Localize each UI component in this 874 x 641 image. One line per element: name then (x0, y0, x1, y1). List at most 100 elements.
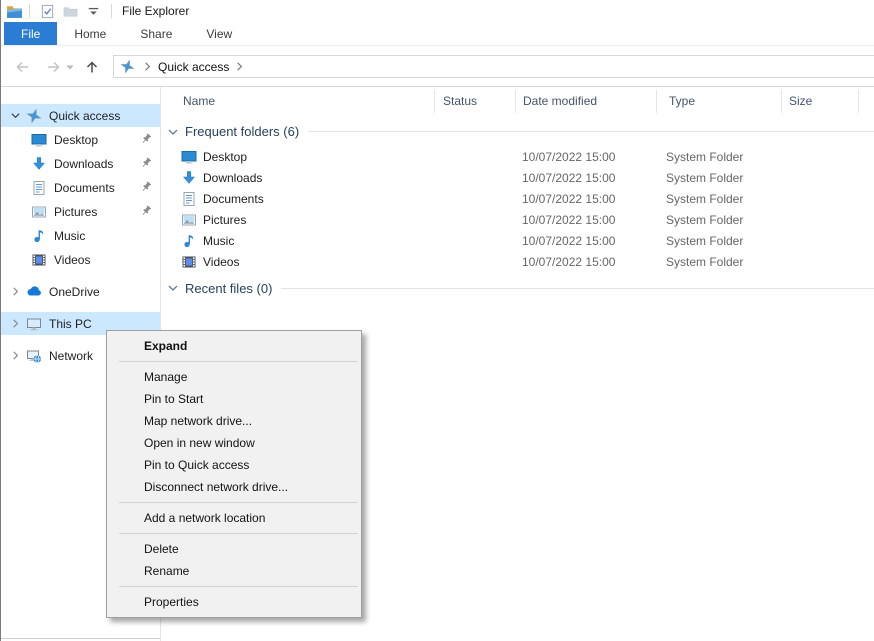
column-header-size[interactable]: Size (789, 87, 812, 115)
breadcrumb-chevron-icon[interactable] (234, 61, 245, 72)
documents-icon (31, 180, 47, 196)
file-date-modified: 10/07/2022 15:00 (522, 192, 615, 206)
file-date-modified: 10/07/2022 15:00 (522, 255, 615, 269)
chevron-down-icon[interactable] (167, 126, 179, 138)
menu-item-manage[interactable]: Manage (107, 366, 361, 388)
column-divider[interactable] (656, 90, 657, 113)
quick-access-star-icon (120, 59, 135, 74)
file-type: System Folder (666, 255, 743, 269)
tab-share[interactable]: Share (123, 22, 189, 45)
breadcrumb-chevron-icon[interactable] (142, 61, 153, 72)
qat-new-folder-button[interactable] (62, 3, 79, 20)
sidebar-item-videos[interactable]: Videos (1, 248, 160, 271)
file-name: Desktop (203, 150, 247, 164)
sidebar-item-label: Quick access (49, 109, 120, 123)
file-date-modified: 10/07/2022 15:00 (522, 171, 615, 185)
videos-icon (181, 254, 197, 270)
tab-view[interactable]: View (189, 22, 249, 45)
menu-item-expand[interactable]: Expand (107, 335, 361, 357)
sidebar-item-label: Music (54, 229, 85, 243)
column-header-name[interactable]: Name (183, 87, 215, 115)
sidebar-item-downloads[interactable]: Downloads (1, 152, 160, 175)
menu-item-rename[interactable]: Rename (107, 560, 361, 582)
column-header-type[interactable]: Type (669, 87, 695, 115)
chevron-down-icon (62, 59, 78, 75)
column-header-status[interactable]: Status (443, 87, 477, 115)
chevron-down-icon[interactable] (167, 282, 179, 294)
menu-separator (119, 502, 358, 503)
downloads-icon (31, 156, 47, 172)
column-divider[interactable] (434, 90, 435, 113)
sidebar-item-label: Videos (54, 253, 90, 267)
documents-icon (181, 191, 197, 207)
menu-separator (119, 533, 358, 534)
column-divider[interactable] (515, 90, 516, 113)
menu-item-properties[interactable]: Properties (107, 591, 361, 613)
file-row-documents[interactable]: Documents 10/07/2022 15:00 System Folder (162, 189, 874, 210)
menu-item-pin-to-start[interactable]: Pin to Start (107, 388, 361, 410)
address-bar[interactable]: Quick access (113, 55, 874, 78)
chevron-right-icon[interactable] (8, 318, 22, 330)
forward-icon (45, 59, 61, 75)
sidebar-item-quick-access[interactable]: Quick access (1, 104, 160, 127)
onedrive-icon (26, 284, 42, 300)
sidebar-item-desktop[interactable]: Desktop (1, 128, 160, 151)
sidebar-item-onedrive[interactable]: OneDrive (1, 280, 160, 303)
group-header-frequent-folders[interactable]: Frequent folders (6) (162, 116, 874, 147)
chevron-spacer (8, 206, 22, 218)
qat-customize-button[interactable] (85, 3, 102, 20)
menu-item-disconnect-network-drive[interactable]: Disconnect network drive... (107, 476, 361, 498)
file-row-pictures[interactable]: Pictures 10/07/2022 15:00 System Folder (162, 210, 874, 231)
menu-item-open-in-new-window[interactable]: Open in new window (107, 432, 361, 454)
recent-locations-button[interactable] (63, 55, 77, 79)
sidebar-item-label: This PC (49, 317, 92, 331)
menu-item-pin-to-quick-access[interactable]: Pin to Quick access (107, 454, 361, 476)
file-date-modified: 10/07/2022 15:00 (522, 234, 615, 248)
file-name: Downloads (203, 171, 262, 185)
sidebar-item-pictures[interactable]: Pictures (1, 200, 160, 223)
desktop-icon (31, 132, 47, 148)
sidebar-item-music[interactable]: Music (1, 224, 160, 247)
titlebar-divider (29, 4, 30, 18)
breadcrumb-root[interactable]: Quick access (158, 60, 229, 74)
tab-file[interactable]: File (4, 22, 57, 45)
sidebar-item-documents[interactable]: Documents (1, 176, 160, 199)
properties-icon (40, 4, 55, 19)
menu-item-add-a-network-location[interactable]: Add a network location (107, 507, 361, 529)
file-row-desktop[interactable]: Desktop 10/07/2022 15:00 System Folder (162, 147, 874, 168)
group-header-rule (281, 288, 874, 289)
file-name: Pictures (203, 213, 246, 227)
file-row-downloads[interactable]: Downloads 10/07/2022 15:00 System Folder (162, 168, 874, 189)
file-name: Documents (203, 192, 264, 206)
back-button[interactable] (11, 55, 35, 79)
column-divider[interactable] (858, 90, 859, 113)
menu-item-map-network-drive[interactable]: Map network drive... (107, 410, 361, 432)
menu-item-delete[interactable]: Delete (107, 538, 361, 560)
sidebar-item-label: Desktop (54, 133, 98, 147)
chevron-right-icon[interactable] (8, 286, 22, 298)
file-explorer-window: File Explorer File Home Share View Quick… (0, 0, 874, 641)
sidebar-item-label: Network (49, 349, 93, 363)
chevron-down-icon[interactable] (8, 110, 22, 122)
file-date-modified: 10/07/2022 15:00 (522, 213, 615, 227)
videos-icon (31, 252, 47, 268)
this-pc-icon (26, 316, 42, 332)
tab-home[interactable]: Home (57, 22, 123, 45)
chevron-right-icon[interactable] (8, 350, 22, 362)
network-icon (26, 348, 42, 364)
quick-access-star-icon (26, 108, 42, 124)
downloads-icon (181, 170, 197, 186)
qat-properties-button[interactable] (39, 3, 56, 20)
titlebar-divider (111, 4, 112, 18)
group-header-recent-files[interactable]: Recent files (0) (162, 276, 874, 300)
group-header-rule (308, 131, 874, 132)
column-divider[interactable] (781, 90, 782, 113)
column-header-date-modified[interactable]: Date modified (523, 87, 597, 115)
file-row-music[interactable]: Music 10/07/2022 15:00 System Folder (162, 231, 874, 252)
file-name: Music (203, 234, 234, 248)
customize-toolbar-chevron-icon (86, 4, 101, 19)
statusbar-top-edge (1, 638, 160, 639)
music-icon (181, 233, 197, 249)
file-row-videos[interactable]: Videos 10/07/2022 15:00 System Folder (162, 252, 874, 273)
up-button[interactable] (80, 55, 104, 79)
